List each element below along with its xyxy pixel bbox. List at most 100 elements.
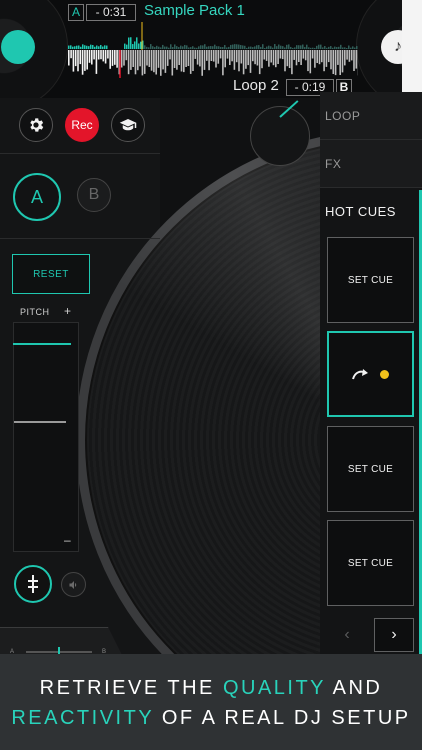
hot-cue-pad-2[interactable] — [327, 331, 414, 417]
waveform-bar — [96, 45, 98, 49]
waveform-bar — [296, 45, 298, 49]
waveform-bar — [350, 50, 353, 61]
waveform-bar — [290, 46, 292, 49]
waveform-bar — [276, 46, 278, 49]
waveform-bar — [88, 50, 91, 63]
banner-highlight: REACTIVITY — [11, 707, 154, 729]
waveform-bar — [346, 47, 348, 49]
waveform-bar — [263, 50, 266, 60]
waveform-bar — [126, 44, 128, 49]
pitch-reset-button[interactable]: RESET — [12, 254, 90, 294]
waveform-bar — [321, 50, 323, 63]
waveform-bar — [124, 43, 126, 49]
waveform-bar — [226, 47, 228, 49]
waveform-bar — [266, 46, 268, 49]
waveform-bar — [318, 50, 321, 65]
deck-a-mini-platter[interactable] — [0, 0, 68, 98]
waveform-bar — [130, 50, 132, 70]
waveform-bar — [350, 47, 352, 49]
toolbar-divider — [0, 153, 160, 154]
waveform-bar — [116, 50, 118, 68]
deck-a-track-title: Sample Pack 1 — [144, 2, 245, 19]
cue-color-dot — [380, 369, 389, 379]
waveform-bar — [244, 45, 246, 49]
waveform-bar — [90, 44, 92, 49]
cue-page-prev-button[interactable]: ‹ — [327, 618, 367, 652]
waveform-bar — [81, 50, 84, 75]
waveform-bar — [78, 45, 80, 49]
waveform-bar — [284, 50, 286, 72]
waveform-bar — [338, 46, 340, 49]
waveform-bar — [93, 50, 95, 60]
waveform-bar — [180, 50, 183, 72]
waveform-bar — [120, 50, 123, 68]
waveform-bar — [268, 50, 270, 67]
waveform-bar — [84, 45, 86, 49]
waveform-bar — [218, 46, 220, 49]
deck-a-select-button[interactable]: A — [13, 173, 61, 221]
waveform-bar — [72, 46, 74, 49]
waveform-bar — [291, 50, 293, 75]
pitch-slider-handle[interactable] — [14, 421, 66, 423]
waveform-bar — [314, 47, 316, 49]
waveform-bar — [203, 50, 206, 70]
settings-button[interactable] — [19, 108, 53, 142]
waveform-bar — [188, 47, 190, 49]
waveform-bar — [314, 50, 316, 68]
waveform-bar — [250, 46, 252, 49]
record-button[interactable]: Rec — [65, 108, 99, 142]
monitor-button[interactable] — [61, 572, 86, 597]
dual-waveform[interactable] — [68, 22, 358, 78]
waveform-bar — [82, 44, 84, 49]
waveform-bar — [258, 45, 260, 49]
cue-page-next-button[interactable]: › — [374, 618, 414, 652]
waveform-bar — [162, 44, 164, 49]
waveform-bar — [146, 50, 148, 66]
hot-cue-pad-4[interactable]: SET CUE — [327, 520, 414, 606]
waveform-bar — [138, 43, 140, 49]
waveform-bar — [80, 46, 82, 49]
hot-cue-pad-1[interactable]: SET CUE — [327, 237, 414, 323]
waveform-bar — [70, 50, 72, 59]
tutorial-button[interactable] — [111, 108, 145, 142]
waveform-bar — [146, 46, 148, 49]
waveform-bar — [300, 50, 302, 65]
banner-text: RETRIEVE THE — [39, 677, 223, 699]
hot-cue-pad-3[interactable]: SET CUE — [327, 426, 414, 512]
waveform-bar — [141, 50, 144, 76]
waveform-bar — [79, 50, 82, 65]
waveform-bar — [293, 50, 295, 60]
waveform-bar — [136, 37, 138, 49]
pitch-minus-label: – — [64, 533, 71, 547]
waveform-bar — [316, 50, 318, 63]
hot-cue-label: SET CUE — [347, 463, 394, 475]
deck-b-color-bar — [402, 0, 422, 96]
waveform-bar — [232, 44, 234, 49]
waveform-bar — [156, 45, 158, 49]
waveform-bar — [192, 50, 194, 71]
waveform-bar — [155, 50, 157, 75]
waveform-bar — [189, 50, 192, 74]
waveform-bar — [134, 41, 136, 49]
chevron-right-icon: › — [391, 626, 397, 643]
waveform-bar — [307, 50, 309, 72]
tab-loop[interactable]: LOOP — [320, 92, 422, 140]
waveform-bar — [248, 46, 250, 49]
waveform-bar — [194, 47, 196, 49]
deck-b-track-title: Loop 2 — [233, 77, 279, 94]
pitch-slider[interactable] — [13, 322, 79, 552]
waveform-bar — [322, 47, 324, 49]
tab-fx[interactable]: FX — [320, 140, 422, 188]
waveform-bar — [216, 46, 218, 49]
waveform-bar — [240, 50, 243, 64]
waveform-bar — [318, 44, 320, 49]
hot-cue-label: SET CUE — [347, 274, 394, 286]
deck-b-select-button[interactable]: B — [77, 178, 111, 212]
sync-button[interactable] — [14, 565, 52, 603]
waveform-bar — [210, 46, 212, 49]
waveform-bar — [160, 50, 162, 76]
waveform-bar — [190, 47, 192, 49]
waveform-bar — [224, 45, 226, 49]
waveform-bar — [114, 50, 116, 65]
waveform-bar — [174, 44, 176, 49]
